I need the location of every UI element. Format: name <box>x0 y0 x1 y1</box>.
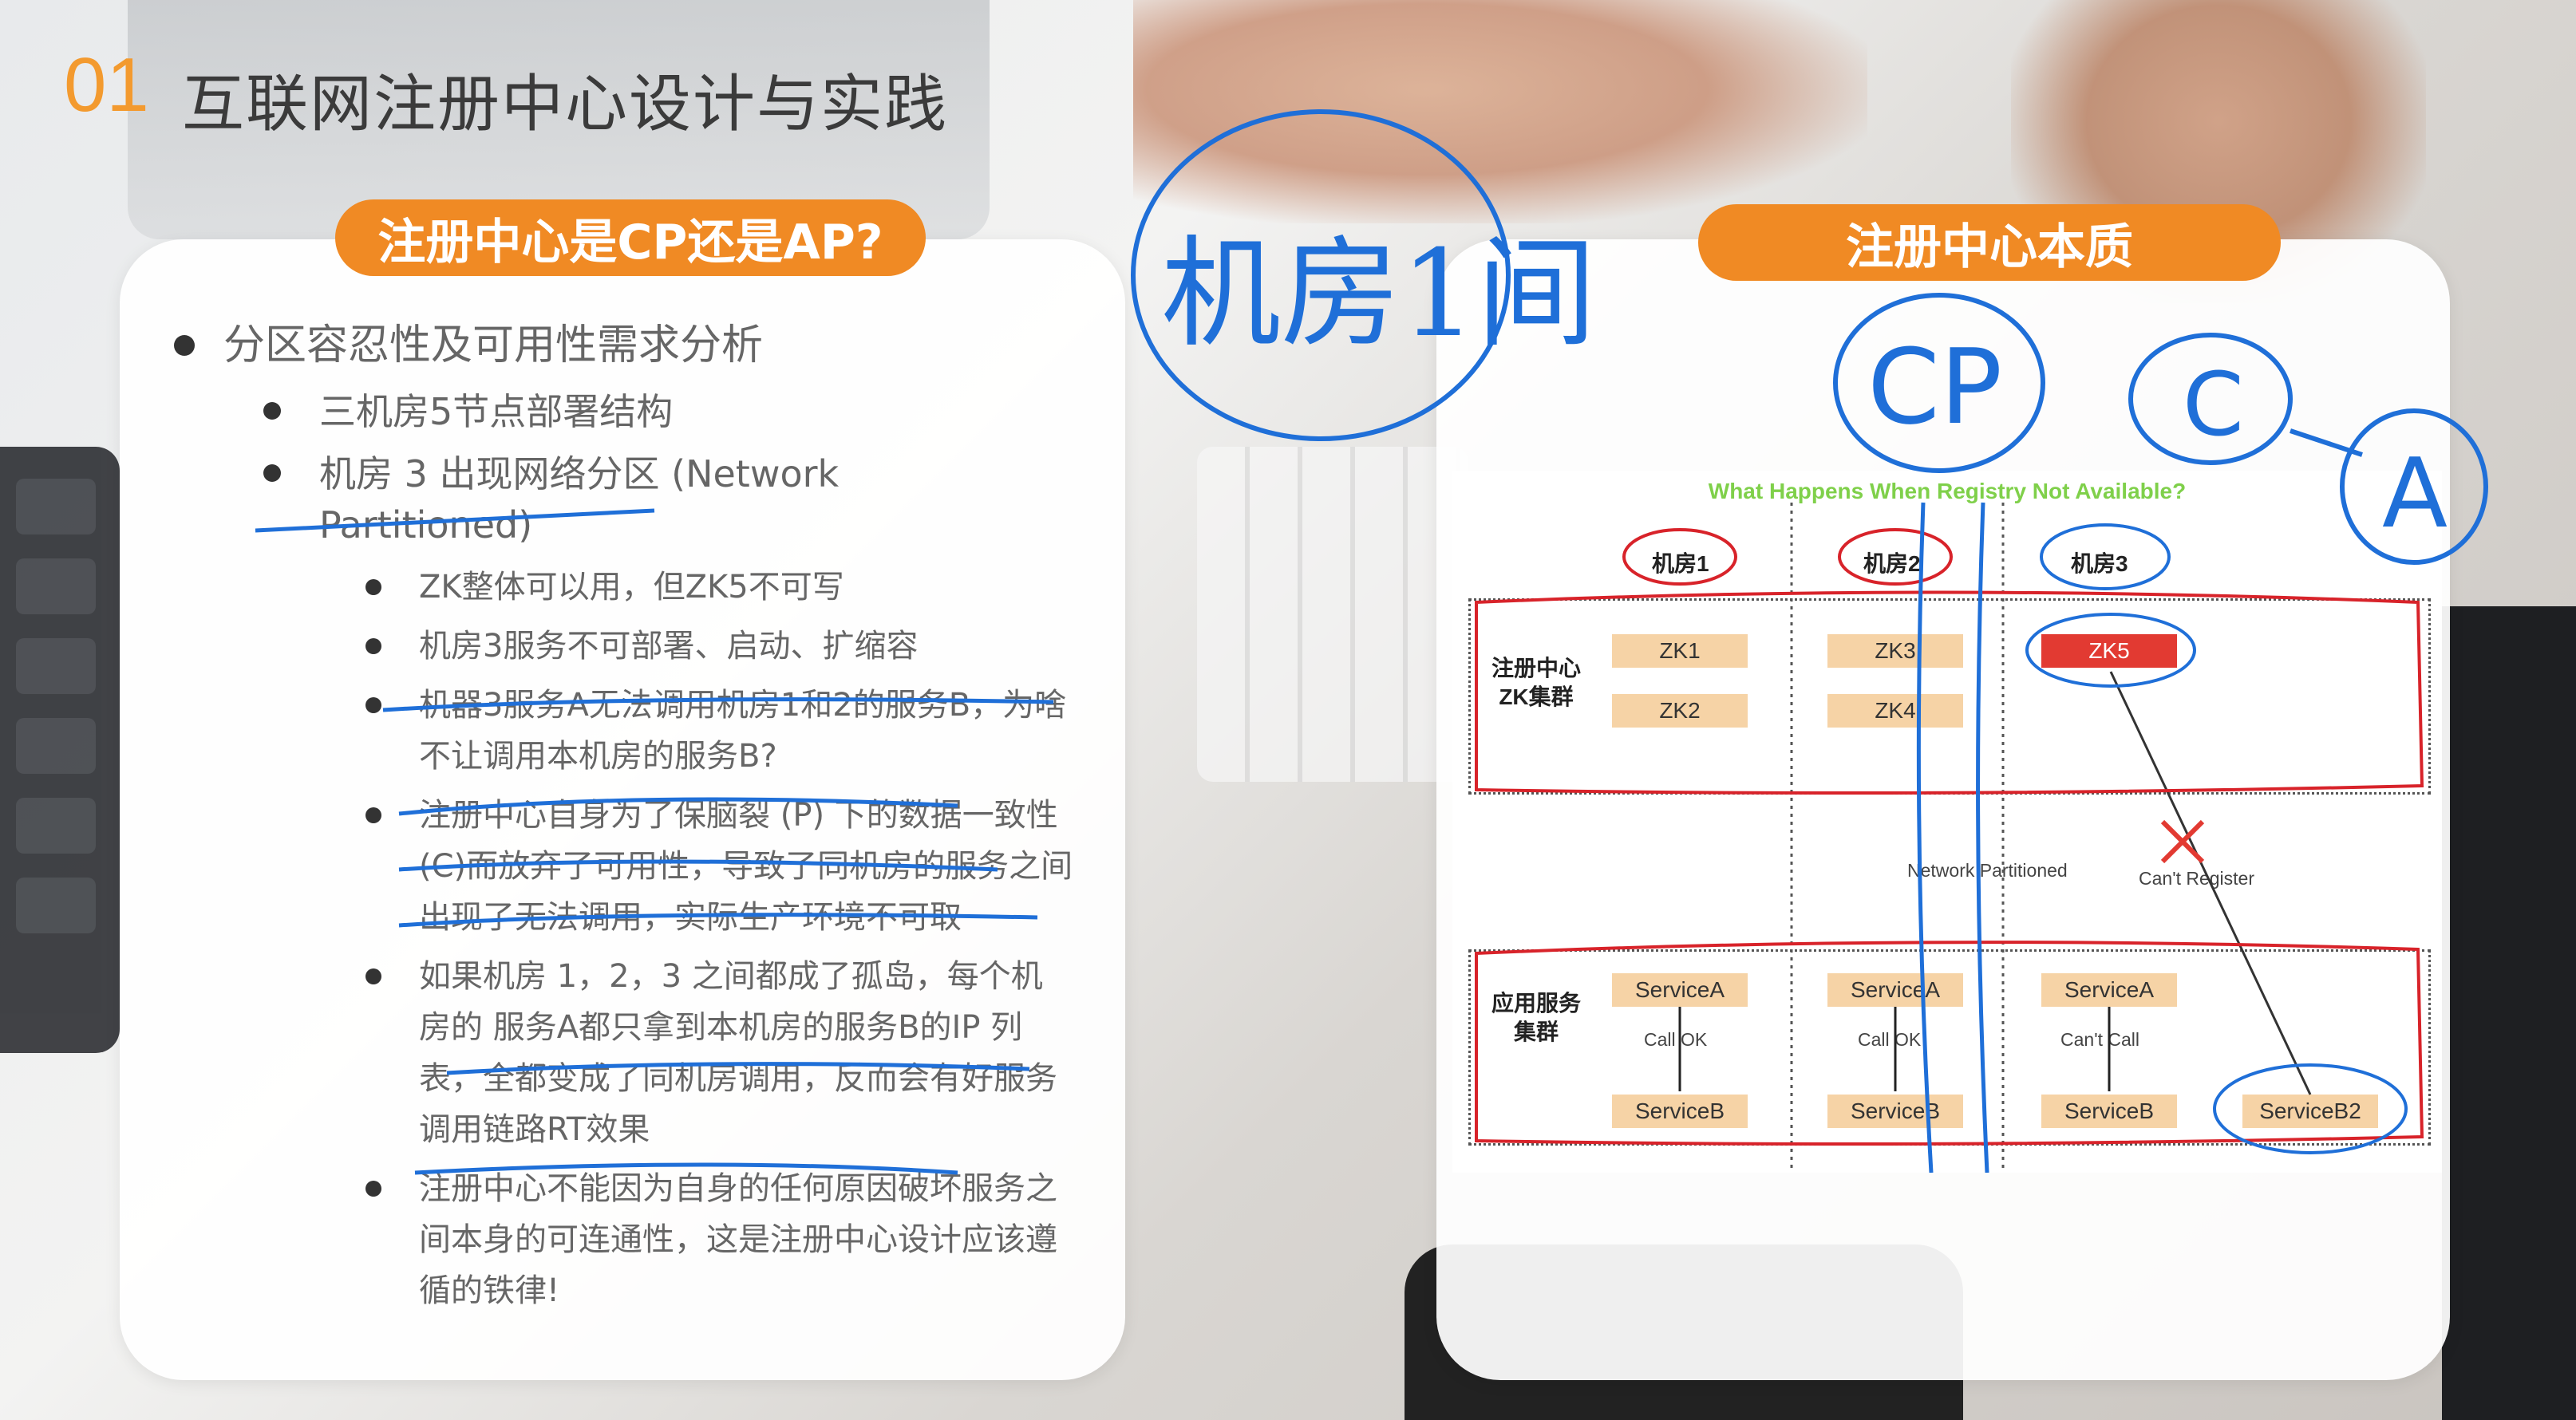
ink-underline <box>446 1062 1030 1075</box>
ink-underline <box>414 1162 958 1175</box>
ink-underline <box>398 797 958 816</box>
ink-underline <box>398 859 998 872</box>
ink-underline <box>398 913 1038 928</box>
ink-underline <box>255 508 655 533</box>
ink-text-c: C <box>2183 353 2244 456</box>
ink-annotations: 机房1间 CP C A <box>255 109 2488 1175</box>
ink-text-jifang: 机房1间 <box>1161 225 1596 364</box>
ink-text-a: A <box>2382 439 2448 550</box>
ink-underline <box>382 697 1054 712</box>
ink-text-cp: CP <box>1867 326 2002 448</box>
